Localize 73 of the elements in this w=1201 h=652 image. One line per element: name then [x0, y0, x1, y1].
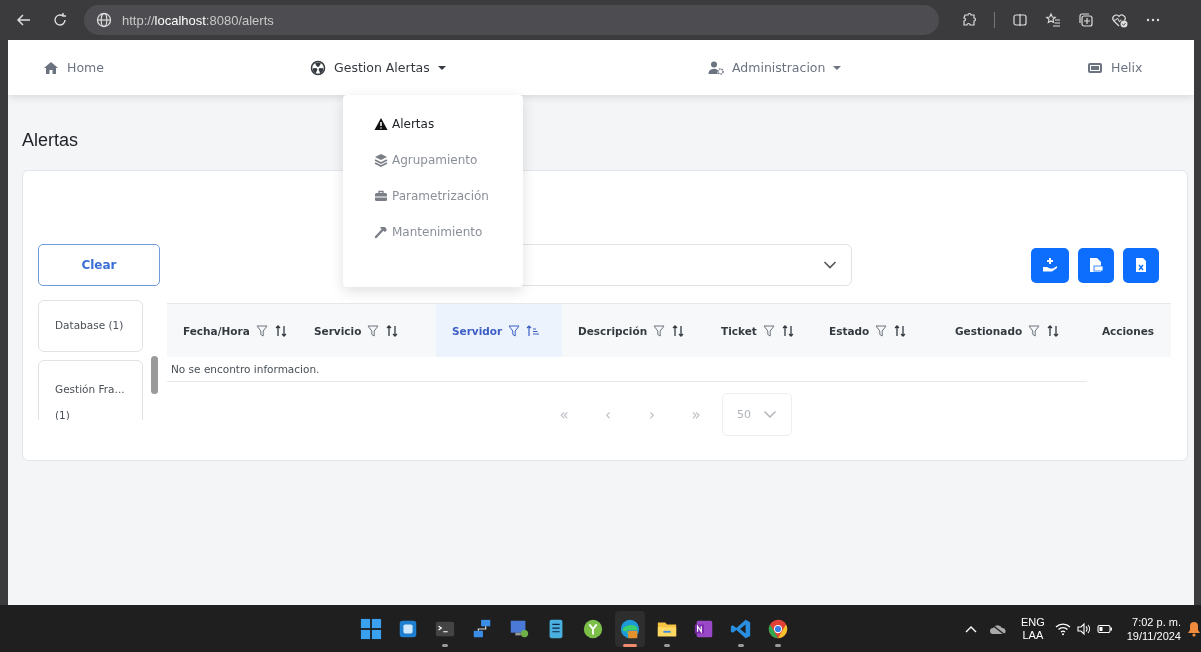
- file-x-icon: [1135, 257, 1147, 273]
- add-button[interactable]: [1031, 247, 1069, 283]
- csv-export-button[interactable]: [1078, 247, 1114, 283]
- browser-icon: [767, 617, 789, 640]
- column-header[interactable]: Servicio: [298, 304, 436, 357]
- empty-message: No se encontro informacion.: [167, 357, 1087, 382]
- column-header[interactable]: Servidor: [436, 304, 562, 357]
- back-icon[interactable]: [16, 12, 32, 28]
- favorites-icon[interactable]: [1045, 12, 1061, 28]
- puzzle-icon[interactable]: [961, 12, 977, 28]
- clock-time[interactable]: 7:02 p. m.: [1132, 614, 1181, 629]
- scrollbar-thumb[interactable]: [151, 356, 158, 394]
- code-editor-icon: [730, 617, 752, 640]
- column-header[interactable]: Gestionado: [939, 304, 1085, 357]
- filter-icon[interactable]: [653, 324, 666, 337]
- globe-icon: [96, 12, 112, 28]
- taskbar-button[interactable]: [615, 610, 645, 647]
- sort-icon[interactable]: [385, 324, 400, 337]
- column-header[interactable]: Fecha/Hora: [167, 304, 298, 357]
- language-indicator[interactable]: ENG: [1020, 615, 1045, 629]
- clock-date[interactable]: 19/11/2024: [1126, 628, 1181, 643]
- sort-icon[interactable]: [273, 324, 288, 337]
- filter-icon[interactable]: [1028, 324, 1041, 337]
- collections-icon[interactable]: [1078, 12, 1094, 28]
- sort-icon[interactable]: [1046, 324, 1061, 337]
- sort-ascending-icon[interactable]: [526, 324, 541, 337]
- file-icon: [1089, 257, 1103, 273]
- radiation-icon: [310, 59, 326, 76]
- group-card[interactable]: Database (1): [38, 300, 144, 352]
- nav-link[interactable]: Administracion: [708, 59, 842, 76]
- chevron-up-icon[interactable]: [964, 624, 977, 633]
- home-icon: [43, 59, 59, 76]
- filter-icon[interactable]: [255, 324, 268, 337]
- nav-link[interactable]: Gestion Alertas: [310, 59, 446, 76]
- browser-icon: [619, 617, 641, 640]
- column-header[interactable]: Acciones: [1085, 304, 1171, 357]
- chevron-down-icon: [763, 410, 777, 419]
- hammer-icon: [374, 225, 388, 239]
- sort-icon[interactable]: [671, 324, 686, 337]
- filter-icon[interactable]: [367, 324, 380, 337]
- filter-icon[interactable]: [762, 324, 775, 337]
- nav-link[interactable]: Helix: [1087, 59, 1143, 76]
- app-icon: [582, 617, 604, 640]
- column-header[interactable]: Estado: [813, 304, 939, 357]
- wifi-icon[interactable]: [1054, 621, 1071, 636]
- clear-button[interactable]: Clear: [38, 244, 160, 286]
- url-text: http://localhost:8080/alerts: [122, 12, 274, 28]
- filter-icon[interactable]: [875, 324, 888, 337]
- volume-icon[interactable]: [1076, 621, 1091, 636]
- network-icon: [471, 617, 493, 640]
- nav-link[interactable]: Home: [43, 59, 104, 76]
- group-card[interactable]: Gestión Fra... (1): [38, 360, 144, 420]
- bell-icon[interactable]: [1187, 620, 1201, 637]
- page-title: Alertas: [22, 130, 80, 151]
- split-screen-icon[interactable]: [1012, 12, 1028, 28]
- chevron-down-icon: [823, 260, 837, 270]
- warning-icon: [374, 117, 388, 131]
- column-header[interactable]: Descripción: [562, 304, 705, 357]
- reload-icon[interactable]: [52, 12, 68, 28]
- sort-icon[interactable]: [893, 324, 908, 337]
- user-gear-icon: [708, 59, 724, 76]
- column-header[interactable]: Ticket: [705, 304, 813, 357]
- excel-export-button[interactable]: [1123, 247, 1159, 283]
- sort-icon[interactable]: [780, 324, 795, 337]
- hand-plus-icon: [1042, 257, 1058, 273]
- layers-icon: [374, 153, 388, 167]
- toolbox-icon: [374, 189, 388, 203]
- address-bar[interactable]: http://localhost:8080/alerts: [84, 5, 939, 35]
- layout-indicator[interactable]: LAA: [1022, 628, 1044, 642]
- menu-item[interactable]: Alertas: [374, 117, 435, 131]
- start-icon: [360, 617, 382, 640]
- filter-icon[interactable]: [508, 324, 521, 337]
- heart-check-icon[interactable]: [1111, 12, 1129, 28]
